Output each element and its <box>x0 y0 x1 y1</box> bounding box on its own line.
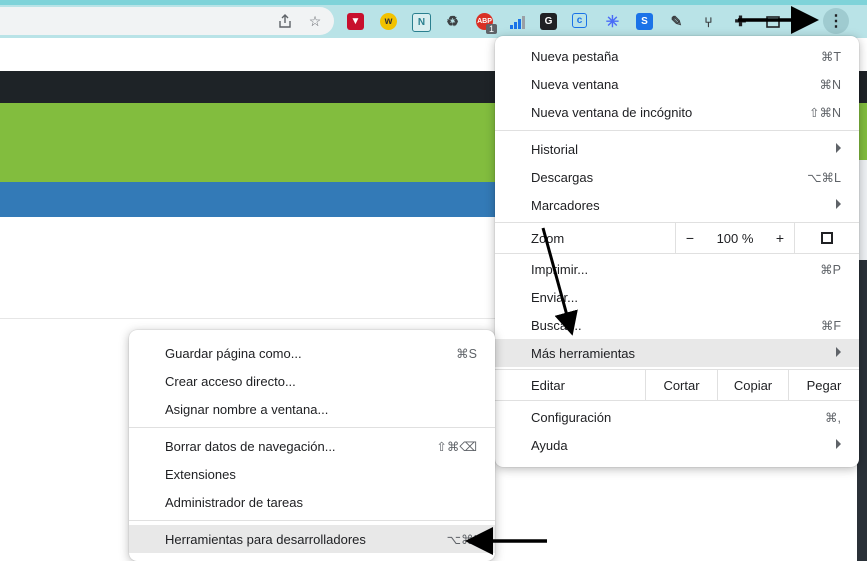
menu-item-label: Crear acceso directo... <box>165 374 296 389</box>
menu-item-shortcut: ⌘N <box>819 78 841 92</box>
menu-item-dev-tools[interactable]: Herramientas para desarrolladores ⌥⌘I <box>129 525 495 553</box>
menu-item-shortcut: ⌘P <box>820 263 841 277</box>
menu-item-label: Buscar... <box>531 318 582 333</box>
menu-item-cast[interactable]: Enviar... <box>495 283 859 311</box>
menu-item-label: Borrar datos de navegación... <box>165 439 336 454</box>
menu-item-new-window[interactable]: Nueva ventana ⌘N <box>495 70 859 98</box>
zoom-level: 100 % <box>704 223 766 253</box>
menu-item-label: Zoom <box>531 231 565 246</box>
cut-label: Cortar <box>663 377 700 393</box>
menu-item-label: Extensiones <box>165 467 236 482</box>
cut-button[interactable]: Cortar <box>646 370 717 400</box>
g-extension-icon[interactable]: G <box>540 13 557 30</box>
menu-item-print[interactable]: Imprimir... ⌘P <box>495 255 859 283</box>
menu-item-shortcut: ⇧⌘⌫ <box>436 440 477 454</box>
window-icon[interactable] <box>764 13 781 30</box>
chevron-right-icon <box>836 439 841 449</box>
extension-badge: 1 <box>486 24 498 34</box>
menu-item-clear-data[interactable]: Borrar datos de navegación... ⇧⌘⌫ <box>129 432 495 460</box>
recycle-extension-icon[interactable]: ♻ <box>444 13 461 30</box>
eyedropper-extension-icon[interactable]: ✎ <box>668 13 685 30</box>
menu-item-help[interactable]: Ayuda <box>495 431 859 459</box>
minus-icon: − <box>685 230 695 246</box>
capture-extension-icon[interactable]: c <box>572 13 587 28</box>
chevron-right-icon <box>836 199 841 209</box>
menu-item-history[interactable]: Historial <box>495 135 859 163</box>
chrome-menu-button[interactable]: ⋮ <box>823 8 849 34</box>
menu-item-label: Descargas <box>531 170 594 185</box>
share-icon[interactable] <box>276 12 294 30</box>
menu-item-label: Guardar página como... <box>165 346 302 361</box>
menu-separator <box>495 130 859 131</box>
chrome-main-menu: Nueva pestaña ⌘T Nueva ventana ⌘N Nueva … <box>495 36 859 467</box>
honey-extension-icon[interactable]: w <box>380 13 397 30</box>
menu-item-shortcut: ⌘T <box>820 50 841 64</box>
menu-item-extensions[interactable]: Extensiones <box>129 460 495 488</box>
n-extension-icon[interactable]: N <box>412 13 431 32</box>
puzzle-icon[interactable]: ✚ <box>732 13 749 30</box>
menu-item-label: Herramientas para desarrolladores <box>165 532 366 547</box>
menu-separator <box>129 427 495 428</box>
menu-item-shortcut: ⌥⌘I <box>446 533 477 547</box>
menu-item-label: Imprimir... <box>531 262 589 277</box>
menu-edit-row: Editar Cortar Copiar Pegar <box>495 370 859 400</box>
fork-extension-icon[interactable]: ⑂ <box>700 13 717 30</box>
menu-item-name-window[interactable]: Asignar nombre a ventana... <box>129 395 495 423</box>
zoom-out-button[interactable]: − <box>676 223 704 253</box>
address-bar[interactable]: ☆ <box>0 7 334 35</box>
browser-toolbar: ☆ ▼ w N ♻ ABP 1 G c ✳ S ✎ ⑂ ✚ ⋮ <box>0 5 867 38</box>
menu-item-label: Nueva ventana de incógnito <box>531 105 693 120</box>
paste-button[interactable]: Pegar <box>789 370 859 400</box>
menu-item-bookmarks[interactable]: Marcadores <box>495 191 859 219</box>
menu-item-label: Administrador de tareas <box>165 495 304 510</box>
menu-zoom-row: Zoom − 100 % + <box>495 223 859 253</box>
menu-item-label: Nueva ventana <box>531 77 619 92</box>
fullscreen-button[interactable] <box>795 223 859 253</box>
zoom-in-button[interactable]: + <box>766 223 794 253</box>
menu-item-shortcut: ⌥⌘L <box>807 171 841 185</box>
menu-item-downloads[interactable]: Descargas ⌥⌘L <box>495 163 859 191</box>
menu-item-label: Marcadores <box>531 198 600 213</box>
menu-item-label: Configuración <box>531 410 612 425</box>
menu-item-label: Enviar... <box>531 290 578 305</box>
shield-extension-icon[interactable]: ▼ <box>347 13 364 30</box>
menu-item-label: Nueva pestaña <box>531 49 619 64</box>
menu-item-label: Más herramientas <box>531 346 636 361</box>
signal-bars-extension-icon[interactable] <box>508 13 525 30</box>
menu-separator <box>495 400 859 401</box>
menu-item-label: Historial <box>531 142 578 157</box>
menu-item-find[interactable]: Buscar... ⌘F <box>495 311 859 339</box>
zoom-level-value: 100 % <box>716 230 754 246</box>
menu-item-shortcut: ⌘S <box>456 347 477 361</box>
menu-item-label: Editar <box>531 378 565 393</box>
menu-item-create-shortcut[interactable]: Crear acceso directo... <box>129 367 495 395</box>
chevron-right-icon <box>836 347 841 357</box>
chevron-right-icon <box>836 143 841 153</box>
menu-item-incognito[interactable]: Nueva ventana de incógnito ⇧⌘N <box>495 98 859 126</box>
star-icon[interactable]: ☆ <box>306 12 324 30</box>
more-vert-icon: ⋮ <box>828 13 844 30</box>
menu-item-label: Ayuda <box>531 438 568 453</box>
copy-label: Copiar <box>733 377 773 393</box>
menu-item-shortcut: ⌘, <box>825 411 841 425</box>
paste-label: Pegar <box>806 377 842 393</box>
plus-icon: + <box>775 230 785 246</box>
copy-button[interactable]: Copiar <box>718 370 788 400</box>
menu-item-more-tools[interactable]: Más herramientas <box>495 339 859 367</box>
menu-separator <box>129 520 495 521</box>
more-tools-submenu: Guardar página como... ⌘S Crear acceso d… <box>129 330 495 561</box>
menu-item-label: Asignar nombre a ventana... <box>165 402 329 417</box>
asterisk-extension-icon[interactable]: ✳ <box>604 13 621 31</box>
menu-separator <box>495 253 859 254</box>
fullscreen-icon <box>821 232 833 244</box>
s-extension-icon[interactable]: S <box>636 13 653 30</box>
menu-item-new-tab[interactable]: Nueva pestaña ⌘T <box>495 42 859 70</box>
menu-item-shortcut: ⌘F <box>820 319 841 333</box>
menu-item-task-manager[interactable]: Administrador de tareas <box>129 488 495 516</box>
menu-item-settings[interactable]: Configuración ⌘, <box>495 403 859 431</box>
menu-item-save-page[interactable]: Guardar página como... ⌘S <box>129 339 495 367</box>
menu-item-shortcut: ⇧⌘N <box>808 106 841 120</box>
